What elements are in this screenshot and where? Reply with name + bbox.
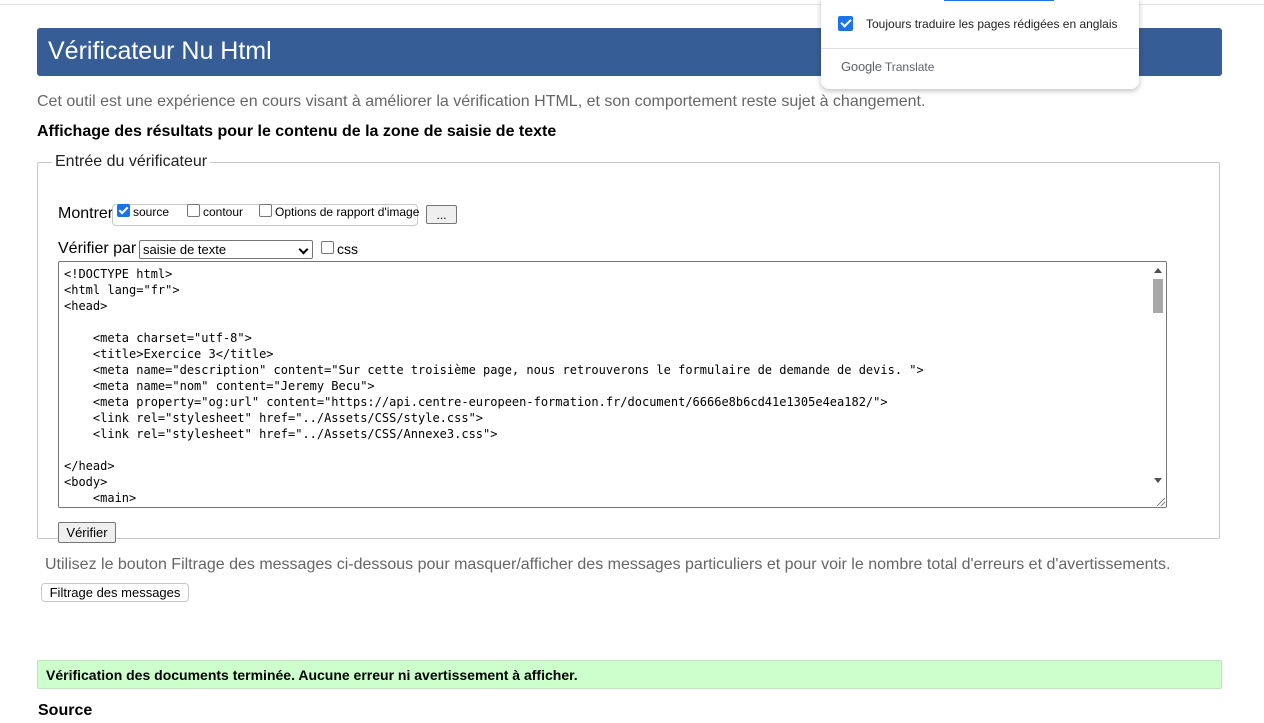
css-checkbox[interactable] [321, 240, 334, 254]
verify-by-selected-value: saisie de texte [143, 242, 227, 257]
source-checkbox[interactable] [117, 203, 130, 217]
show-options-group: source contour Options de rapport d'imag… [112, 203, 420, 226]
checker-input-fieldset: Entrée du vérificateur Montrer source co… [37, 153, 1220, 543]
always-translate-checkbox[interactable] [838, 16, 853, 31]
intro-text: Cet outil est une expérience en cours vi… [37, 93, 926, 110]
filter-note: Utilisez le bouton Filtrage des messages… [45, 556, 1171, 573]
scroll-up-arrow-icon[interactable] [1154, 268, 1162, 273]
outline-option-label: contour [203, 205, 244, 219]
textarea-scrollbar[interactable] [1150, 262, 1166, 507]
verify-by-label: Vérifier par [58, 240, 137, 257]
show-outline-option[interactable]: contour [187, 203, 244, 219]
checker-legend: Entrée du vérificateur [55, 153, 208, 170]
css-option[interactable]: css [321, 240, 358, 257]
source-code-text: <!DOCTYPE html> <html lang="fr"> <head> … [64, 267, 924, 505]
success-message: Vérification des documents terminée. Auc… [37, 660, 1222, 689]
css-option-label: css [337, 241, 358, 257]
results-heading: Affichage des résultats pour le contenu … [37, 123, 557, 140]
source-heading: Source [38, 702, 93, 719]
image-report-checkbox[interactable] [259, 203, 272, 217]
source-textarea[interactable]: <!DOCTYPE html> <html lang="fr"> <head> … [58, 261, 1167, 508]
google-translate-popup: Toujours traduire les pages rédigées en … [821, 0, 1139, 89]
always-translate-label: Toujours traduire les pages rédigées en … [866, 16, 1118, 31]
outline-checkbox[interactable] [187, 203, 200, 217]
popup-divider [821, 48, 1139, 49]
verify-by-select[interactable]: saisie de texte [139, 240, 313, 259]
more-options-button[interactable]: ... [426, 205, 457, 224]
google-wordmark: Google [841, 59, 882, 74]
scroll-down-arrow-icon[interactable] [1154, 478, 1162, 483]
verify-button[interactable]: Vérifier [58, 522, 116, 543]
show-image-report-option[interactable]: Options de rapport d'image [259, 203, 420, 219]
source-option-label: source [133, 205, 170, 219]
message-filter-button[interactable]: Filtrage des messages [41, 583, 189, 602]
translate-wordmark: Translate [884, 60, 935, 74]
page-title: Vérificateur Nu Html [48, 37, 272, 65]
google-translate-logo: Google Translate [841, 59, 934, 74]
image-report-option-label: Options de rapport d'image [275, 205, 420, 219]
chevron-down-icon [298, 244, 309, 255]
show-label: Montrer [58, 205, 114, 222]
show-source-option[interactable]: source [117, 203, 170, 219]
scroll-thumb[interactable] [1153, 279, 1163, 313]
translate-tab-indicator [944, 0, 1054, 1]
resize-grip-icon[interactable] [1157, 498, 1165, 506]
always-translate-option[interactable]: Toujours traduire les pages rédigées en … [838, 16, 1118, 31]
